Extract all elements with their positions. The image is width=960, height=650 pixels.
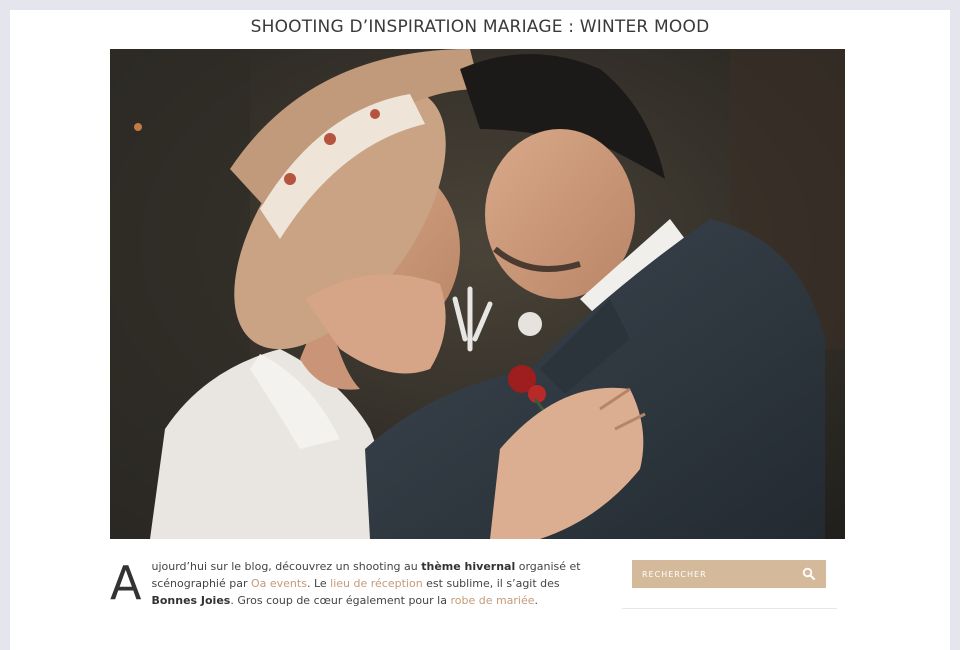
sidebar-divider bbox=[622, 608, 837, 609]
intro-text-4: est sublime, il s’agit des bbox=[422, 577, 560, 590]
search-box bbox=[632, 560, 826, 588]
dropcap: A bbox=[110, 556, 142, 610]
search-input[interactable] bbox=[642, 569, 792, 579]
intro-text-6: . bbox=[534, 594, 539, 607]
page: SHOOTING D’INSPIRATION MARIAGE : WINTER … bbox=[10, 10, 950, 650]
article-intro: Aujourd’hui sur le blog, découvrez un sh… bbox=[110, 558, 590, 609]
intro-text-3: . Le bbox=[306, 577, 331, 590]
intro-bold-theme: thème hivernal bbox=[421, 560, 516, 573]
link-oa-events[interactable]: Oa events bbox=[251, 577, 307, 590]
magnifier-icon[interactable] bbox=[802, 567, 816, 581]
intro-bold-venue: Bonnes Joies bbox=[151, 594, 231, 607]
intro-text-5: . Gros coup de cœur également pour la bbox=[230, 594, 451, 607]
link-robe-mariee[interactable]: robe de mariée bbox=[450, 594, 534, 607]
link-lieu-reception[interactable]: lieu de réception bbox=[330, 577, 423, 590]
post-title: SHOOTING D’INSPIRATION MARIAGE : WINTER … bbox=[250, 17, 710, 37]
intro-text-1: ujourd’hui sur le blog, découvrez un sho… bbox=[151, 560, 422, 573]
hero-photo bbox=[110, 49, 845, 539]
